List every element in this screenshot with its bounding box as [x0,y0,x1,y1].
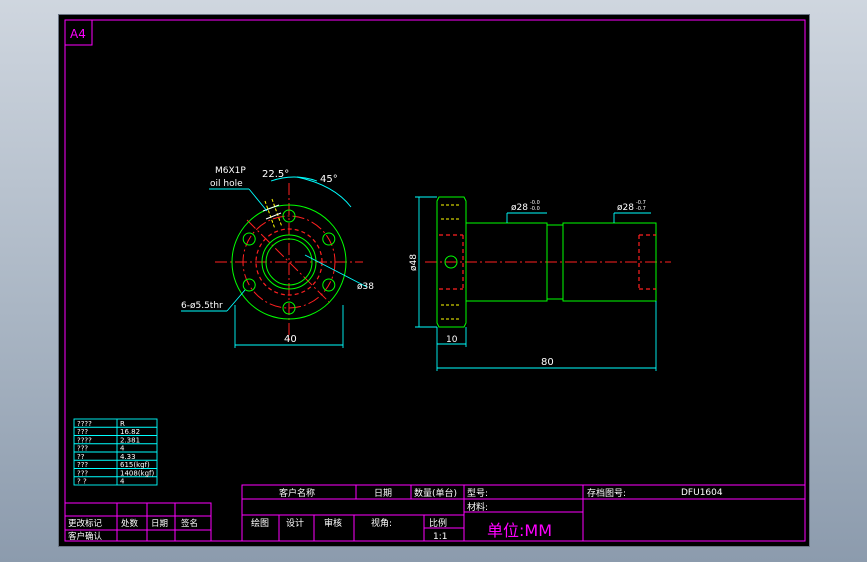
front-dimensions: 22.5° 45° M6X1P oil hole 6-ø5.5thr ø38 4… [181,166,374,348]
oil-hole-edge-1 [264,200,276,230]
scale-label: 比例 [429,517,447,529]
view-label: 视角: [371,517,392,529]
spec-param-value: 615(kgf) [120,461,150,469]
dia38-label: ø38 [357,282,374,292]
spec-param-value: 1408(kgf) [120,469,155,477]
customer-name-label: 客户名称 [279,487,315,499]
holes-label: 6-ø5.5thr [181,301,223,311]
dia48-label: ø48 [409,254,419,271]
dim80-label: 80 [541,357,554,368]
model-label: 型号: [467,488,488,499]
spec-param-value: 4.33 [120,453,136,461]
angle-large-label: 45° [320,174,338,185]
scale-value: 1:1 [433,532,447,542]
drawing-canvas: A4 22.5° 45° M6X1P oil hole 6-ø5.5thr ø3… [58,14,810,547]
revision-mark-label: 更改标记 [68,518,103,529]
spec-param-value: R [120,420,125,428]
spec-param-value: 16.82 [120,428,140,436]
spec-param-name: ??? [77,469,88,477]
spec-param-name: ??? [77,445,88,453]
sheet-border [64,19,806,542]
revision-sign-label: 签名 [181,518,198,529]
front-view [215,183,363,341]
dia28a-tol-lower: -0.0 [530,206,540,212]
thread-label: M6X1P [215,166,246,176]
drawing-no-label: 存档图号: [587,487,626,499]
angle-small-label: 22.5° [262,169,289,180]
dim40-label: 40 [284,334,297,345]
oil-hole-hatch-1 [262,204,280,212]
customer-confirm-label: 客户确认 [68,531,103,542]
spec-param-name: ???? [77,420,92,428]
spec-param-name: ??? [77,428,88,436]
spec-param-name: ?? [77,453,85,461]
drawn-label: 绘图 [251,517,269,529]
spec-param-name: ? ? [77,478,87,486]
review-label: 审核 [324,517,342,529]
oil-hole-leader [248,188,268,212]
cad-drawing: A4 22.5° 45° M6X1P oil hole 6-ø5.5thr ø3… [64,19,806,542]
title-block: 客户名称 日期 数量(单台) 型号: 存档图号: DFU1604 材料: 绘图 … [241,484,806,542]
spec-param-name: ???? [77,436,92,444]
oil-hole-label: oil hole [210,179,243,189]
sheet-size-label: A4 [70,27,86,41]
dia28b-label: ø28 [617,203,634,213]
side-view [425,196,671,328]
dia28b-tol-lower: -0.7 [636,206,646,212]
unit-label: 单位:MM [487,521,552,540]
spec-param-name: ??? [77,461,88,469]
date-label: 日期 [374,488,392,499]
drawing-no: DFU1604 [681,488,723,498]
spec-param-value: 4 [120,478,125,486]
quantity-label: 数量(单台) [414,487,457,499]
dim10-label: 10 [446,335,458,345]
spec-table: ???? R??? 16.82???? 2.381??? 4?? 4.33??? 615(k… [73,418,158,486]
material-label: 材料: [467,501,488,513]
revision-date-label: 日期 [151,519,168,529]
holes-leader [226,289,246,312]
dia28a-label: ø28 [511,203,528,213]
design-label: 设计 [286,517,304,529]
revision-block: 更改标记 处数 日期 签名 客户确认 [64,502,212,542]
spec-param-value: 4 [120,445,125,453]
revision-count-label: 处数 [121,518,139,529]
spec-param-value: 2.381 [120,436,140,444]
